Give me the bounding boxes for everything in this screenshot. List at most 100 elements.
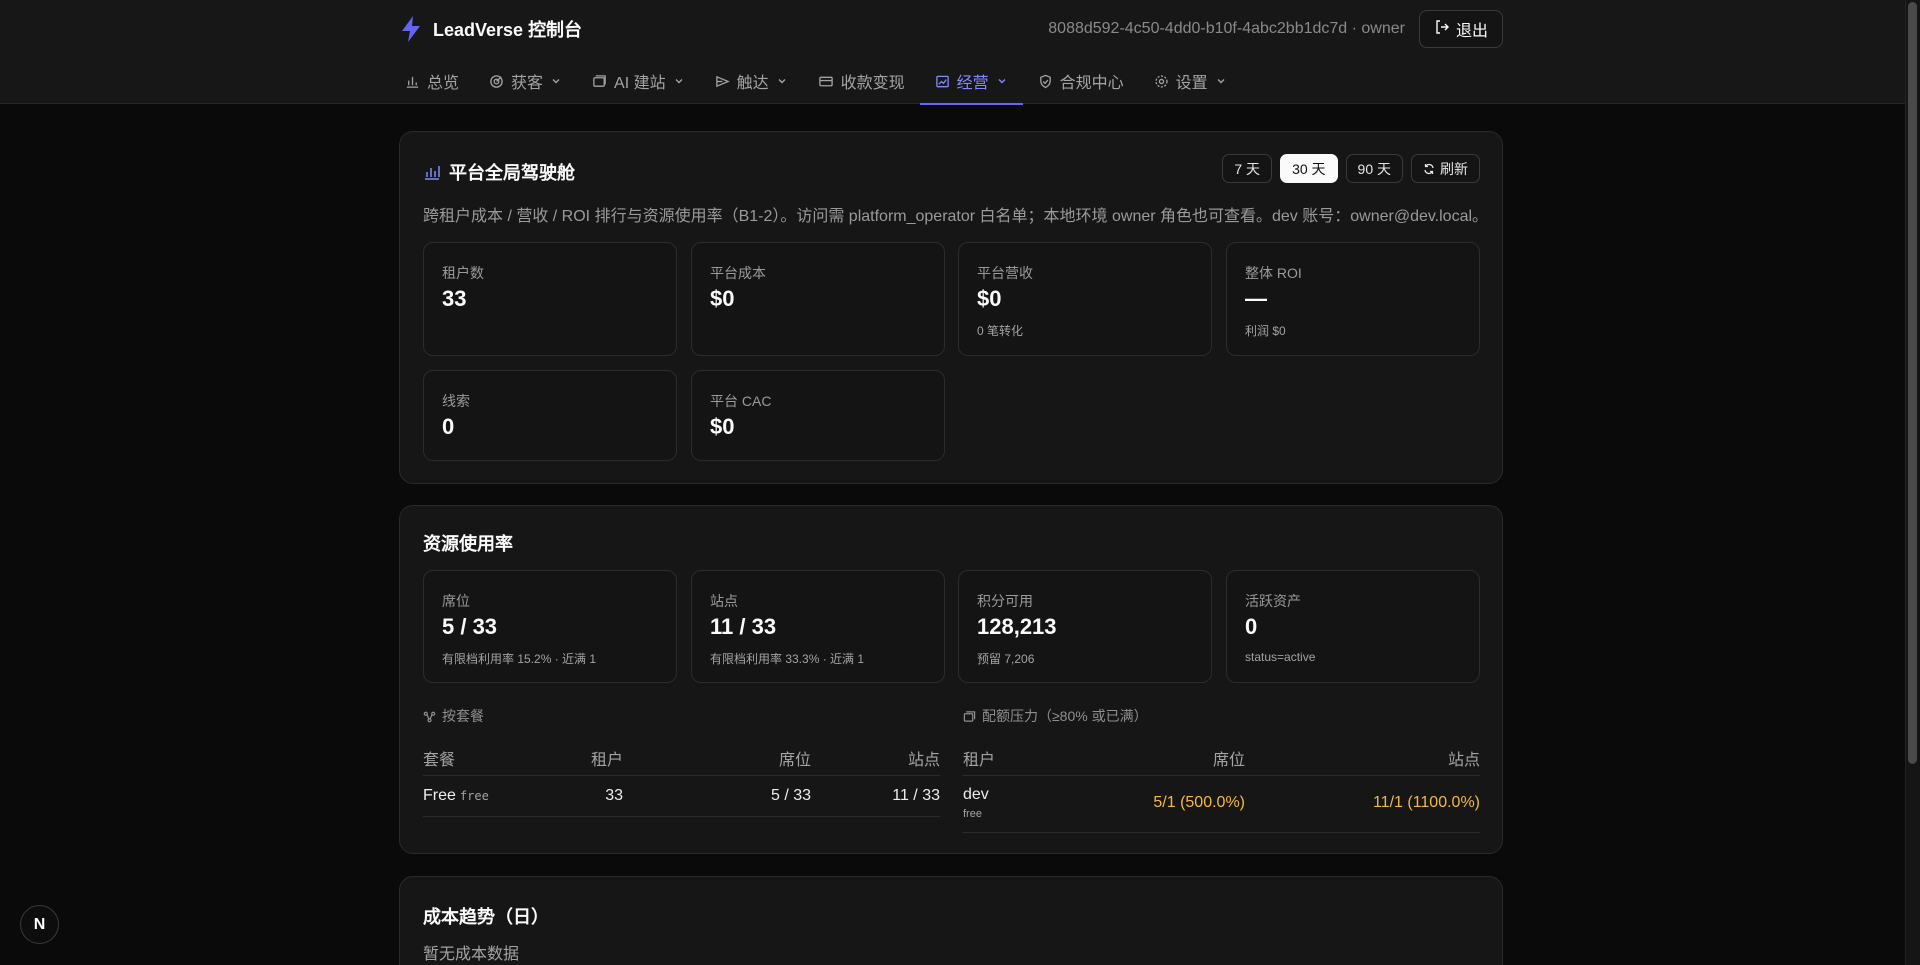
metric-card-cost: 平台成本 $0 (691, 242, 945, 356)
bar-chart-icon (406, 76, 419, 88)
nav-ai-site[interactable]: AI 建站 (577, 58, 700, 104)
window-icon (593, 74, 606, 87)
resource-card-seats: 席位 5 / 33 有限档利用率 15.2% · 近满 1 (423, 570, 677, 683)
resource-card-assets: 活跃资产 0 status=active (1226, 570, 1480, 683)
nav-label: 设置 (1175, 75, 1208, 92)
nav-outreach[interactable]: 触达 (700, 58, 803, 104)
pressure-table: 租户 席位 站点 dev free 5/1 (500.0%) 11/1 (110… (963, 734, 1480, 833)
metric-value: — (1245, 286, 1267, 311)
chevron-down-icon (675, 79, 683, 84)
table-row[interactable]: Free free 33 5 / 33 11 / 33 (423, 776, 940, 817)
metric-value: $0 (977, 286, 1002, 311)
sites-cell: 11 / 33 (892, 787, 940, 804)
nav-overview[interactable]: 总览 (390, 58, 474, 104)
plans-table: 套餐 租户 席位 站点 Free free 33 5 / 33 11 / 33 (423, 734, 940, 824)
nav-settings[interactable]: 设置 (1139, 58, 1242, 104)
window-icon (963, 710, 976, 722)
range-30d-button[interactable]: 30 天 (1280, 154, 1338, 183)
brand-row: LeadVerse 控制台 8088d592-4c50-4dd0-b10f-4a… (399, 0, 1503, 58)
nav-payments[interactable]: 收款变现 (803, 58, 920, 104)
column-header: 站点 (907, 752, 940, 769)
refresh-icon (1424, 163, 1434, 174)
resource-sub: status=active (1245, 650, 1316, 664)
send-icon (715, 75, 730, 87)
metric-value: 33 (442, 286, 467, 311)
column-header: 套餐 (423, 752, 456, 769)
resource-value: 0 (1245, 614, 1258, 639)
tenants-cell: 33 (605, 787, 623, 804)
chevron-down-icon (1217, 79, 1225, 84)
resource-card-sites: 站点 11 / 33 有限档利用率 33.3% · 近满 1 (691, 570, 945, 683)
session-info: 8088d592-4c50-4dd0-b10f-4abc2bb1dc7d · o… (1048, 20, 1405, 37)
resource-value: 128,213 (977, 614, 1057, 639)
column-header: 站点 (1447, 752, 1480, 769)
metric-card-tenants: 租户数 33 (423, 242, 677, 356)
table-header: 套餐 租户 席位 站点 (423, 734, 940, 776)
metric-card-cac: 平台 CAC $0 (691, 370, 945, 461)
resource-value: 11 / 33 (710, 614, 777, 639)
plan-name: Free (423, 787, 456, 804)
metric-card-roi: 整体 ROI — 利润 $0 (1226, 242, 1480, 356)
metric-label: 线索 (442, 393, 470, 409)
table-row[interactable]: dev free 5/1 (500.0%) 11/1 (1100.0%) (963, 776, 1480, 833)
brand[interactable]: LeadVerse 控制台 (399, 16, 582, 42)
plans-section-label: 按套餐 (423, 706, 484, 726)
column-header: 席位 (1212, 752, 1245, 769)
metric-label: 整体 ROI (1245, 265, 1302, 281)
main-nav: 总览 获客 AI 建站 触达 收款变现 经营 合规中心 设置 (390, 58, 1494, 105)
range-90d-button[interactable]: 90 天 (1345, 154, 1403, 183)
image-chart-icon (935, 75, 949, 87)
scrollbar-thumb[interactable] (1908, 2, 1917, 764)
column-header: 租户 (963, 752, 996, 769)
pressure-label-text: 配额压力（≥80% 或已满） (982, 708, 1148, 724)
resources-title: 资源使用率 (423, 534, 513, 554)
metric-sub: 0 笔转化 (977, 324, 1024, 338)
column-header: 席位 (778, 752, 811, 769)
refresh-label: 刷新 (1440, 160, 1468, 177)
plan-code: free (459, 789, 489, 803)
target-icon (490, 74, 503, 88)
cockpit-title-row: 平台全局驾驶舱 (423, 159, 575, 185)
metric-card-revenue: 平台营收 $0 0 笔转化 (958, 242, 1212, 356)
logout-button[interactable]: 退出 (1418, 10, 1503, 48)
cockpit-panel: 平台全局驾驶舱 7 天 30 天 90 天 刷新 跨租户成本 / 营收 / RO… (399, 131, 1503, 484)
cost-trend-title: 成本趋势（日） (423, 907, 549, 927)
resource-label: 站点 (710, 593, 738, 609)
nav-operations[interactable]: 经营 (919, 58, 1023, 105)
brand-name: LeadVerse 控制台 (433, 20, 583, 40)
resource-label: 积分可用 (977, 593, 1033, 609)
refresh-button[interactable]: 刷新 (1411, 154, 1480, 183)
scrollbar[interactable] (1905, 0, 1920, 965)
next-logo-icon: N (33, 915, 46, 933)
nav-label: 合规中心 (1059, 75, 1124, 92)
resources-panel: 资源使用率 席位 5 / 33 有限档利用率 15.2% · 近满 1 站点 1… (399, 505, 1503, 854)
network-icon (423, 711, 436, 722)
nav-acquisition[interactable]: 获客 (474, 58, 577, 104)
user-area: 8088d592-4c50-4dd0-b10f-4abc2bb1dc7d · o… (1048, 10, 1503, 48)
resource-label: 席位 (442, 593, 470, 609)
chevron-down-icon (778, 79, 786, 84)
next-dev-badge[interactable]: N (20, 905, 59, 944)
metric-label: 平台 CAC (710, 393, 772, 409)
nav-label: 总览 (427, 75, 460, 92)
gear-icon (1155, 74, 1168, 88)
column-header: 租户 (590, 752, 623, 769)
plan-cell: Free free (423, 787, 489, 805)
sites-pressure: 11/1 (1100.0%) (1372, 794, 1480, 811)
resource-sub: 有限档利用率 15.2% · 近满 1 (442, 652, 597, 666)
nav-compliance[interactable]: 合规中心 (1023, 58, 1139, 104)
cost-trend-panel: 成本趋势（日） 暂无成本数据 (399, 876, 1503, 965)
cockpit-description: 跨租户成本 / 营收 / ROI 排行与资源使用率（B1-2）。访问需 plat… (423, 208, 1489, 225)
shield-check-icon (1039, 74, 1051, 88)
range-selector: 7 天 30 天 90 天 刷新 (1222, 154, 1480, 183)
cockpit-title: 平台全局驾驶舱 (449, 163, 575, 183)
seats-pressure: 5/1 (500.0%) (1153, 794, 1245, 811)
range-7d-button[interactable]: 7 天 (1222, 154, 1273, 183)
logout-label: 退出 (1455, 23, 1488, 40)
nav-label: 收款变现 (840, 75, 905, 92)
table-header: 租户 席位 站点 (963, 734, 1480, 776)
resource-label: 活跃资产 (1245, 593, 1301, 609)
nav-label: AI 建站 (614, 75, 666, 92)
metric-label: 平台营收 (977, 265, 1033, 281)
metric-value: $0 (710, 286, 735, 311)
